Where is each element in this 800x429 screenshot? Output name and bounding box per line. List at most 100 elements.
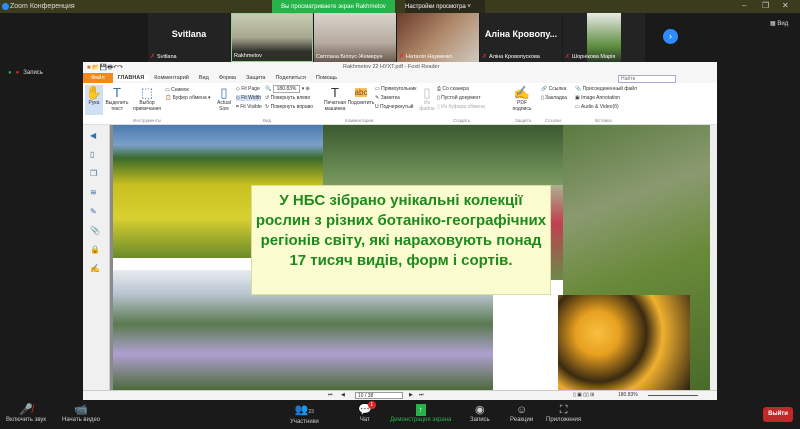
clipboard-button[interactable]: 📋 Буфер обмена ▾ (165, 95, 211, 101)
fit-page-button[interactable]: ◇ Fit Page (236, 86, 260, 92)
label: Приложения (546, 417, 582, 423)
hand-tool-button[interactable]: ✋ Рука (85, 85, 103, 115)
link-button[interactable]: 🔗 Ссылка (541, 86, 566, 92)
participant-name: Rakhmetov (234, 53, 262, 59)
underline-button[interactable]: U Подчеркнутый (375, 104, 413, 110)
tab-form[interactable]: Форма (214, 75, 241, 81)
fit-width-button[interactable]: ◇ Fit Width (236, 95, 261, 101)
label: Прямоугольник (381, 86, 417, 92)
audio-video-button[interactable]: ▭ Audio & Video(б) (575, 104, 619, 110)
typewriter-icon: T (331, 85, 339, 100)
minimize-button[interactable]: – (742, 1, 746, 10)
tab-help[interactable]: Помощь (311, 75, 342, 81)
from-clipboard-button[interactable]: ▯ Из буфера обмена (437, 104, 485, 110)
open-icon[interactable]: 📂 (92, 64, 99, 71)
last-page-icon[interactable]: ⏭ (419, 392, 424, 398)
group-label: Создать (453, 118, 471, 123)
tab-share[interactable]: Поделиться (270, 75, 310, 81)
view-button[interactable]: ▦ Вид (770, 20, 788, 27)
view-settings-button[interactable]: Настройки просмотра ˅ (405, 0, 485, 13)
close-button[interactable]: ✕ (782, 1, 789, 10)
unmute-button[interactable]: 🎤̸ Включить звук (6, 403, 46, 423)
note-button[interactable]: ✎ Заметка (375, 95, 400, 101)
participant-tile-active-speaker[interactable]: Rakhmetov (231, 13, 313, 62)
page-number-input[interactable]: 10 / 38 (355, 392, 403, 399)
redo-icon[interactable]: ↷ (118, 64, 123, 71)
participants-icon: 👥23 (294, 404, 314, 416)
attach-file-button[interactable]: 📎 Присоединенный файл (575, 86, 637, 92)
view-label: Вид (777, 21, 789, 27)
rotate-right-button[interactable]: ↻ Повернуть вправо (265, 104, 313, 110)
hand-icon: ✋ (85, 85, 103, 100)
previous-page-icon[interactable]: ◀ (341, 392, 345, 398)
tab-home[interactable]: ГЛАВНАЯ (112, 75, 150, 81)
foxit-logo-icon: ■ (87, 64, 91, 71)
reactions-button[interactable]: ☺ Реакции (510, 403, 533, 423)
maximize-button[interactable]: ❐ (762, 1, 769, 10)
select-annotation-button[interactable]: ⬚ Выбор примечания (133, 85, 161, 112)
bookmarks-icon[interactable]: ▯ (90, 150, 109, 163)
participants-button[interactable]: 👥23 Участники (290, 403, 319, 425)
label: Закладка (545, 95, 567, 101)
first-page-icon[interactable]: ⏮ (328, 392, 333, 398)
from-file-button[interactable]: ▯ Из файла (419, 85, 435, 112)
record-icon: ◉ (475, 404, 485, 416)
attachments-icon[interactable]: 📎 (90, 226, 109, 239)
leave-button[interactable]: Выйти (763, 407, 793, 422)
search-input[interactable] (618, 75, 676, 83)
next-page-icon[interactable]: ▶ (409, 392, 413, 398)
start-video-button[interactable]: 📹 Начать видео (62, 403, 100, 423)
label: Заметка (380, 95, 400, 101)
label: Демонстрация экрана (390, 417, 452, 423)
image-annotation-button[interactable]: ▣ Image Annotation (575, 95, 620, 101)
back-icon[interactable]: ◀ (90, 131, 109, 144)
vertical-scrollbar[interactable] (710, 125, 717, 390)
select-text-button[interactable]: T Выделить текст (105, 85, 129, 112)
bookmark-button[interactable]: ▯ Закладка (541, 95, 567, 101)
document-area[interactable]: У НБС зібрано унікальні колекції рослин … (110, 125, 717, 390)
save-icon[interactable]: 💾 (100, 64, 107, 71)
apps-icon: ⛶ (559, 404, 568, 416)
fit-visible-button[interactable]: ⌗ Fit Visible (236, 104, 262, 110)
layers-icon[interactable]: ≋ (90, 188, 109, 201)
security-icon[interactable]: 🔒 (90, 245, 109, 258)
record-button[interactable]: ◉ Запись (470, 403, 490, 423)
apps-button[interactable]: ⛶ Приложения (546, 403, 581, 423)
label: Выделить текст (105, 100, 129, 112)
from-scanner-button[interactable]: ⎙ Со сканера (437, 86, 469, 92)
participant-tile[interactable]: ✗ Наталія Науменко (397, 13, 479, 62)
share-banner: Вы просматриваете экран Rakhmetov (272, 0, 395, 13)
next-participants-arrow-icon[interactable]: › (663, 29, 678, 44)
pdf-sign-button[interactable]: ✍ PDF подпись (511, 85, 533, 112)
rectangle-button[interactable]: ▭ Прямоугольник (375, 86, 416, 92)
typewriter-button[interactable]: T Печатная машинка (323, 85, 347, 112)
chat-button[interactable]: 💬 1 Чат (358, 401, 376, 423)
label: Буфер обмена (172, 95, 207, 101)
tab-file[interactable]: Файл (83, 73, 113, 83)
participant-tile[interactable]: Svitlana ✗ Svitlana (148, 13, 230, 62)
zoom-select[interactable]: 🔍 180.83% ▾ ⊕ (265, 85, 310, 93)
highlight-button[interactable]: abc Подсветить (348, 85, 374, 106)
participant-tile[interactable]: Аліна Кровопу... ✗ Аліна Кровопускова (480, 13, 562, 62)
participant-tile[interactable]: ✗ Шорнікова Марія (563, 13, 645, 62)
blank-document-button[interactable]: ▯ Пустой документ (437, 95, 481, 101)
share-screen-button[interactable]: ↑ Демонстрация экрана (390, 403, 451, 423)
comments-icon[interactable]: ✎ (90, 207, 109, 220)
snapshot-button[interactable]: ▭ Снимок (165, 87, 189, 93)
signature-icon[interactable]: ✍ (90, 264, 109, 277)
shield-icon: ● (8, 70, 12, 76)
actual-size-button[interactable]: ▯ Actual Size (215, 85, 233, 112)
page-layout-icons[interactable]: ▯ ▣ ▯▯ ⊞ (573, 392, 594, 398)
tab-view[interactable]: Вид (194, 75, 214, 81)
zoom-slider[interactable] (648, 395, 698, 396)
participant-tile[interactable]: Світлана Білоус-Жемерун (314, 13, 396, 62)
pages-icon[interactable]: ❐ (90, 169, 109, 182)
rotate-left-button[interactable]: ↺ Повернуть влево (265, 95, 310, 101)
meeting-toolbar: 🎤̸ Включить звук 📹 Начать видео 👥23 Участни… (0, 400, 800, 429)
navigation-panel: ◀ ▯ ❐ ≋ ✎ 📎 🔒 ✍ (83, 125, 110, 390)
record-label: Запись (23, 70, 43, 76)
highlight-icon: abc (354, 88, 368, 97)
participants-count: 23 (308, 409, 314, 415)
tab-protect[interactable]: Защита (241, 75, 271, 81)
tab-comment[interactable]: Комментарий (149, 75, 194, 81)
